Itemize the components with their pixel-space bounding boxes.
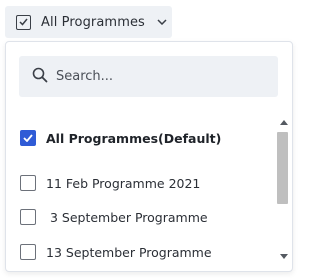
- list-scrollbar[interactable]: [274, 112, 292, 271]
- option-3-september-programme[interactable]: 3 September Programme: [20, 207, 208, 227]
- search-box[interactable]: [19, 56, 278, 97]
- checkbox-icon[interactable]: [20, 209, 36, 225]
- search-input[interactable]: [56, 69, 256, 84]
- programme-filter-button[interactable]: All Programmes: [5, 6, 172, 38]
- chevron-down-icon: [156, 16, 168, 28]
- option-13-september-programme[interactable]: 13 September Programme: [20, 242, 212, 262]
- scroll-up-arrow-icon[interactable]: [280, 118, 288, 126]
- option-11-feb-programme[interactable]: 11 Feb Programme 2021: [20, 173, 200, 193]
- scroll-down-arrow-icon[interactable]: [280, 252, 288, 260]
- option-label: 3 September Programme: [46, 209, 208, 225]
- option-label: 11 Feb Programme 2021: [46, 175, 201, 191]
- checkbox-checked-icon[interactable]: [20, 130, 36, 146]
- option-label: 13 September Programme: [46, 244, 212, 260]
- checkbox-icon[interactable]: [20, 244, 36, 260]
- scrollbar-thumb[interactable]: [277, 132, 288, 204]
- search-icon: [32, 67, 48, 87]
- checkbox-icon[interactable]: [20, 175, 36, 191]
- programme-dropdown-panel: All Programmes(Default) 11 Feb Programme…: [5, 41, 293, 272]
- programme-options-list: All Programmes(Default) 11 Feb Programme…: [6, 112, 274, 271]
- option-all-programmes[interactable]: All Programmes(Default): [20, 128, 221, 148]
- checkbox-icon: [16, 14, 31, 30]
- option-label: All Programmes(Default): [46, 130, 222, 146]
- programme-filter-label: All Programmes: [41, 14, 145, 30]
